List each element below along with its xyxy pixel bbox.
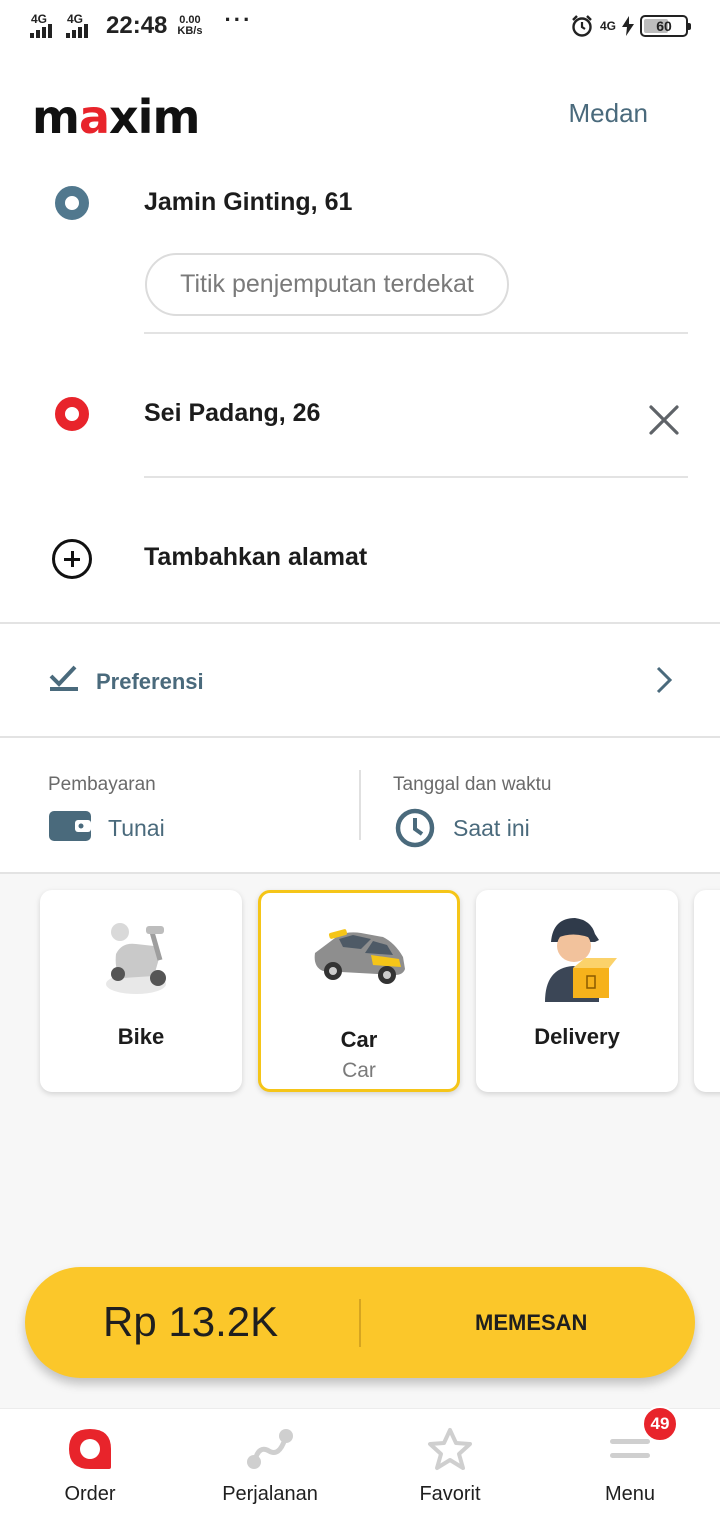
vertical-divider xyxy=(359,770,361,840)
status-bar: 4G 4G 22:48 0.00 KB/s ··· 4G 60 xyxy=(0,0,720,56)
divider xyxy=(144,476,688,478)
nearest-pickup-button[interactable]: Titik penjemputan terdekat xyxy=(145,253,509,316)
payment-label: Pembayaran xyxy=(48,774,156,795)
network-speed: 0.00 KB/s xyxy=(177,15,202,37)
clock: 22:48 xyxy=(106,12,168,39)
order-divider xyxy=(359,1299,361,1347)
payment-method[interactable]: Tunai xyxy=(108,815,165,842)
service-name: Bike xyxy=(117,1024,165,1049)
battery-level: 60 xyxy=(656,18,672,34)
destination-point-icon xyxy=(55,397,89,431)
preferences-row[interactable]: Preferensi xyxy=(0,624,720,736)
taxi-car-icon xyxy=(314,929,405,984)
chevron-right-icon xyxy=(656,666,673,694)
courier-icon xyxy=(545,918,617,1002)
nav-item-trips[interactable]: Perjalanan xyxy=(180,1409,360,1520)
pickup-address[interactable]: Jamin Ginting, 61 xyxy=(144,188,352,217)
nav-label: Favorit xyxy=(419,1483,481,1505)
wallet-icon xyxy=(49,811,91,841)
battery-icon: 60 xyxy=(640,15,691,37)
add-address-button[interactable]: Tambahkan alamat xyxy=(144,543,367,572)
charging-icon xyxy=(622,16,634,36)
service-card-delivery[interactable]: Delivery xyxy=(476,890,678,1092)
divider xyxy=(0,736,720,738)
order-button[interactable]: MEMESAN xyxy=(475,1310,587,1336)
more-notifications-icon: ··· xyxy=(224,7,253,32)
city-selector[interactable]: Medan xyxy=(569,98,649,129)
add-address-icon[interactable] xyxy=(52,539,92,579)
star-icon xyxy=(428,1428,472,1470)
service-name: Delivery xyxy=(534,1024,620,1049)
service-name: Car xyxy=(340,1027,378,1052)
network-type-right: 4G xyxy=(599,19,616,33)
nav-label: Order xyxy=(64,1483,116,1505)
speed-unit: KB/s xyxy=(177,25,203,37)
nav-label: Perjalanan xyxy=(222,1483,318,1505)
preferences-label: Preferensi xyxy=(96,669,204,694)
service-subtitle: Car xyxy=(342,1059,376,1082)
service-card-bike[interactable]: Bike xyxy=(40,890,242,1092)
order-bar[interactable]: Rp 13.2K MEMESAN xyxy=(25,1267,695,1378)
clock-icon xyxy=(395,808,435,848)
signal-icon-1: 4G xyxy=(30,12,60,40)
destination-address[interactable]: Sei Padang, 26 xyxy=(144,399,320,428)
order-icon xyxy=(69,1429,111,1469)
schedule-value[interactable]: Saat ini xyxy=(453,815,530,842)
menu-notification-badge: 49 xyxy=(642,1406,678,1442)
app-logo: maxim xyxy=(32,90,200,144)
bottom-navigation: Order Perjalanan Favorit Menu xyxy=(0,1408,720,1520)
price-estimate: Rp 13.2K xyxy=(103,1298,279,1345)
service-card-car[interactable]: Car Car xyxy=(258,890,460,1092)
clear-destination-icon[interactable] xyxy=(646,402,682,438)
nav-item-order[interactable]: Order xyxy=(0,1409,180,1520)
scooter-icon xyxy=(106,923,166,994)
service-card-partial[interactable] xyxy=(694,890,720,1092)
signal-icon-2: 4G xyxy=(66,12,96,40)
checkmark-icon xyxy=(49,665,78,691)
nav-label: Menu xyxy=(604,1483,656,1505)
schedule-label: Tanggal dan waktu xyxy=(393,774,552,795)
nav-item-menu[interactable]: Menu xyxy=(540,1409,720,1520)
divider xyxy=(144,332,688,334)
alarm-icon xyxy=(572,15,592,37)
pickup-point-icon xyxy=(55,186,89,220)
nav-item-favorites[interactable]: Favorit xyxy=(360,1409,540,1520)
trips-icon xyxy=(247,1429,293,1469)
